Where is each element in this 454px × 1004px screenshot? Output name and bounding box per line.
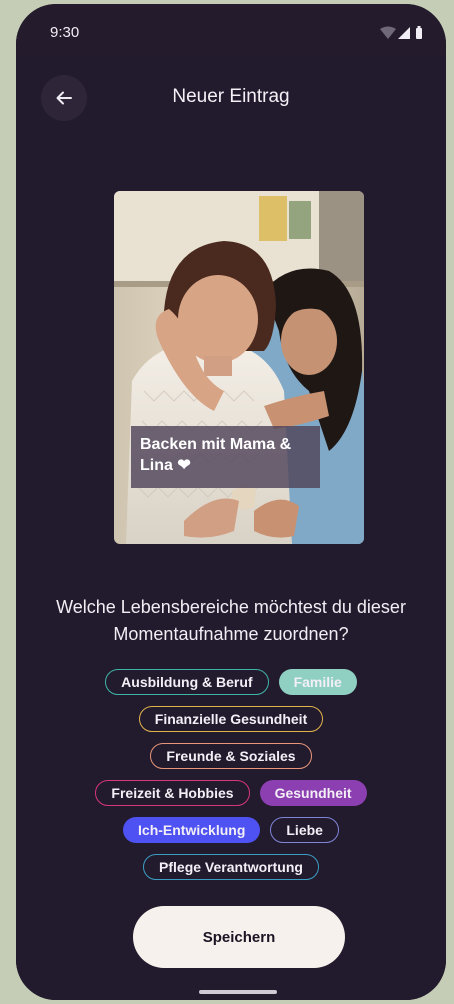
new-entry-screen: Neuer Eintrag Backen mit Mama & Lina ❤ W… bbox=[16, 56, 446, 1000]
status-icons bbox=[380, 26, 422, 39]
status-time: 9:30 bbox=[50, 24, 80, 41]
chip-familie[interactable]: Familie bbox=[278, 669, 357, 695]
chip-row: Pflege Verantwortung bbox=[16, 854, 446, 880]
chip-ausbildung-beruf[interactable]: Ausbildung & Beruf bbox=[105, 669, 269, 695]
chip-ich-entwicklung[interactable]: Ich-Entwicklung bbox=[123, 817, 261, 843]
chip-liebe[interactable]: Liebe bbox=[270, 817, 339, 843]
chip-pflege-verantwortung[interactable]: Pflege Verantwortung bbox=[143, 854, 319, 880]
chip-freizeit-hobbies[interactable]: Freizeit & Hobbies bbox=[95, 780, 250, 806]
save-button[interactable]: Speichern bbox=[133, 906, 345, 968]
life-area-chips: Ausbildung & Beruf Familie Finanzielle G… bbox=[16, 669, 446, 891]
wifi-icon bbox=[380, 26, 396, 39]
chip-row: Freizeit & Hobbies Gesundheit bbox=[16, 780, 446, 806]
photo-caption: Backen mit Mama & Lina ❤ bbox=[131, 426, 320, 488]
chip-row: Ich-Entwicklung Liebe bbox=[16, 817, 446, 843]
home-indicator[interactable] bbox=[199, 990, 277, 994]
question-text: Welche Lebensbereiche möchtest du dieser… bbox=[56, 597, 406, 644]
entry-photo[interactable]: Backen mit Mama & Lina ❤ bbox=[114, 191, 364, 544]
battery-icon bbox=[416, 26, 422, 39]
photo-image bbox=[114, 191, 364, 544]
status-bar: 9:30 bbox=[16, 4, 446, 56]
chip-row: Ausbildung & Beruf Familie bbox=[16, 669, 446, 695]
chip-freunde-soziales[interactable]: Freunde & Soziales bbox=[150, 743, 312, 769]
chip-finanzielle-gesundheit[interactable]: Finanzielle Gesundheit bbox=[138, 706, 324, 732]
chip-row: Finanzielle Gesundheit bbox=[16, 706, 446, 732]
page-title: Neuer Eintrag bbox=[172, 86, 290, 107]
chip-row: Freunde & Soziales bbox=[16, 743, 446, 769]
chip-gesundheit[interactable]: Gesundheit bbox=[259, 780, 367, 806]
phone-screen: 9:30 Neuer Eintrag Backen mit Mama & Lin… bbox=[16, 4, 446, 1000]
cellular-signal-icon bbox=[398, 27, 410, 39]
